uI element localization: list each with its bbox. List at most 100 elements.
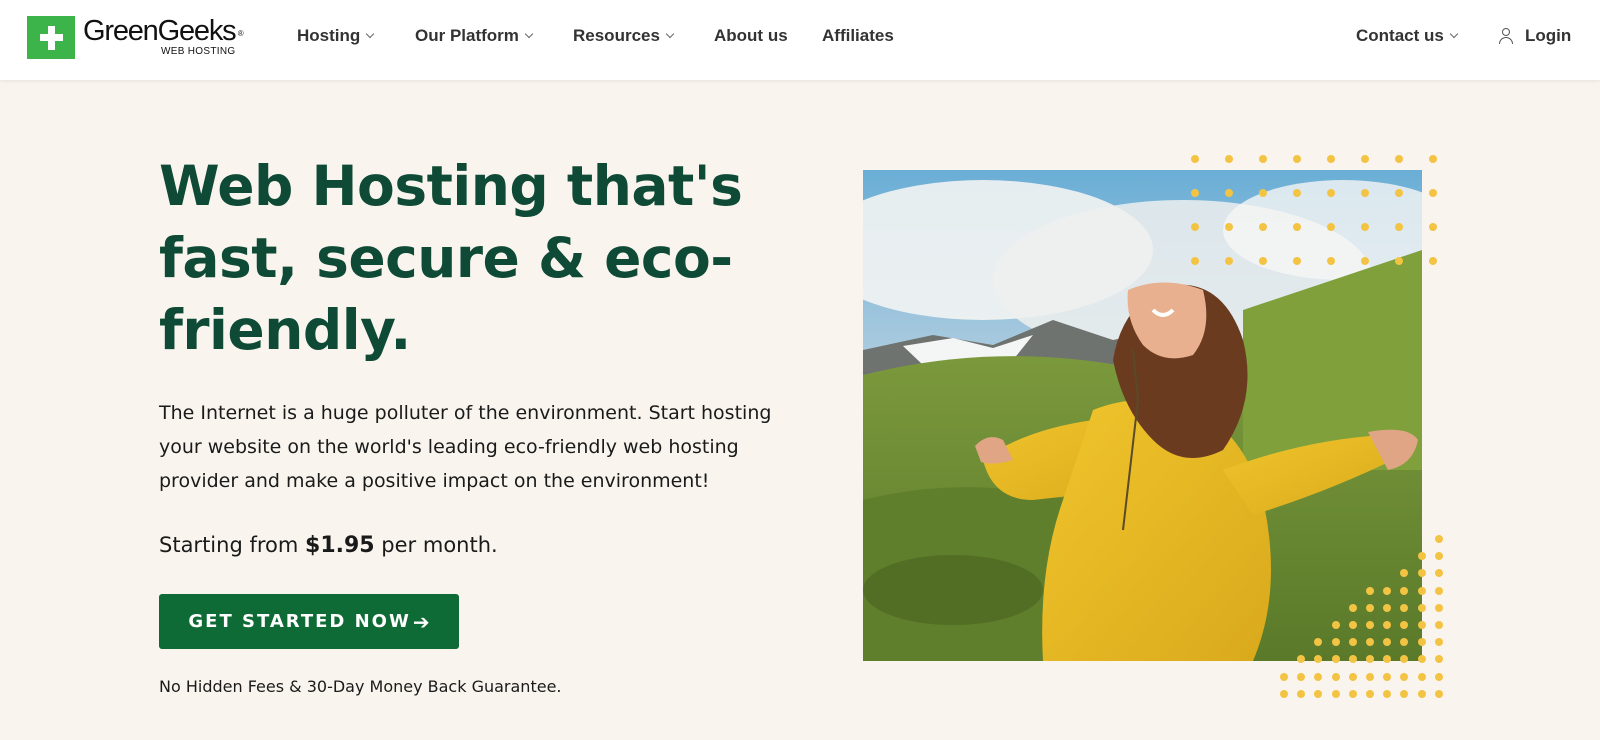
decorative-dot	[1331, 655, 1340, 664]
nav-hosting[interactable]: Hosting	[297, 26, 375, 46]
decorative-dot	[1225, 155, 1233, 163]
decorative-dot	[1383, 655, 1392, 664]
decorative-dot	[1348, 603, 1357, 612]
decorative-dot	[1417, 638, 1426, 647]
decorative-dot	[1400, 603, 1409, 612]
hero-description: The Internet is a huge polluter of the e…	[159, 402, 772, 492]
decorative-dot	[1434, 569, 1443, 578]
decorative-dot	[1314, 655, 1323, 664]
decorative-dot	[1366, 621, 1374, 629]
nav-about-us[interactable]: About us	[714, 26, 788, 46]
decorative-dots-top	[1191, 155, 1441, 265]
plus-logo-icon	[27, 16, 75, 59]
decorative-dot	[1383, 621, 1392, 629]
decorative-dot	[1361, 223, 1369, 231]
decorative-dot	[1361, 189, 1369, 197]
decorative-dot	[1429, 155, 1437, 163]
decorative-dot	[1434, 621, 1443, 629]
decorative-dot	[1297, 672, 1306, 681]
decorative-dot	[1400, 621, 1409, 629]
decorative-dot	[1383, 603, 1392, 612]
decorative-dot	[1400, 672, 1409, 681]
price-amount: $1.95	[305, 533, 375, 558]
decorative-dot	[1417, 569, 1426, 578]
decorative-dot	[1434, 552, 1443, 561]
decorative-dot	[1293, 223, 1301, 231]
decorative-dot	[1297, 655, 1306, 664]
decorative-dot	[1361, 155, 1369, 163]
decorative-dot	[1366, 655, 1374, 664]
decorative-dot	[1395, 257, 1403, 265]
get-started-button[interactable]: GET STARTED NOW ➔	[159, 594, 459, 649]
decorative-dot	[1280, 672, 1288, 681]
decorative-dot	[1383, 586, 1392, 595]
site-header: GreenGeeks ® WEB HOSTING Hosting Our Plat…	[0, 0, 1600, 80]
decorative-dot	[1429, 257, 1437, 265]
decorative-dot	[1395, 189, 1403, 197]
decorative-dot	[1434, 672, 1443, 681]
decorative-dot	[1297, 689, 1306, 698]
decorative-dot	[1331, 689, 1340, 698]
nav-contact-us[interactable]: Contact us	[1356, 26, 1459, 46]
decorative-dot	[1293, 155, 1301, 163]
decorative-dot	[1366, 689, 1374, 698]
chevron-down-icon	[665, 29, 675, 38]
decorative-dot	[1293, 189, 1301, 197]
guarantee-note: No Hidden Fees & 30-Day Money Back Guara…	[159, 677, 562, 696]
decorative-dot	[1259, 257, 1267, 265]
decorative-dot	[1331, 672, 1340, 681]
decorative-dot	[1366, 586, 1374, 595]
decorative-dot	[1314, 672, 1323, 681]
nav-resources[interactable]: Resources	[573, 26, 675, 46]
user-icon	[1498, 27, 1514, 45]
decorative-dot	[1348, 655, 1357, 664]
decorative-dot	[1417, 655, 1426, 664]
decorative-dot	[1383, 689, 1392, 698]
decorative-dot	[1400, 569, 1409, 578]
nav-our-platform[interactable]: Our Platform	[415, 26, 534, 46]
decorative-dot	[1429, 223, 1437, 231]
decorative-dot	[1383, 672, 1392, 681]
decorative-dot	[1417, 552, 1426, 561]
decorative-dot	[1331, 638, 1340, 647]
decorative-dot	[1293, 257, 1301, 265]
nav-affiliates[interactable]: Affiliates	[822, 26, 894, 46]
decorative-dot	[1225, 223, 1233, 231]
logo-subtitle: WEB HOSTING	[161, 46, 236, 57]
decorative-dot	[1327, 155, 1335, 163]
decorative-dot	[1191, 189, 1199, 197]
decorative-dot	[1191, 257, 1199, 265]
nav-login[interactable]: Login	[1498, 26, 1571, 46]
decorative-dot	[1348, 638, 1357, 647]
decorative-dot	[1348, 689, 1357, 698]
decorative-dot	[1434, 655, 1443, 664]
decorative-dot	[1259, 223, 1267, 231]
chevron-down-icon	[1449, 29, 1459, 38]
decorative-dot	[1400, 586, 1409, 595]
decorative-dot	[1259, 155, 1267, 163]
decorative-dot	[1434, 603, 1443, 612]
decorative-dot	[1434, 535, 1443, 543]
decorative-dot	[1417, 672, 1426, 681]
chevron-down-icon	[366, 29, 375, 38]
decorative-dot	[1225, 257, 1233, 265]
decorative-dot	[1361, 257, 1369, 265]
arrow-right-icon: ➔	[412, 609, 430, 634]
decorative-dot	[1327, 189, 1335, 197]
decorative-dot	[1366, 672, 1374, 681]
decorative-dot	[1280, 689, 1288, 698]
decorative-dot	[1417, 603, 1426, 612]
starting-price: Starting from $1.95 per month.	[159, 533, 498, 558]
decorative-dot	[1259, 189, 1267, 197]
decorative-dot	[1429, 189, 1437, 197]
decorative-dot	[1417, 586, 1426, 595]
decorative-dot	[1383, 638, 1392, 647]
decorative-dot	[1327, 257, 1335, 265]
hero-title: Web Hosting that's fast, secure & eco-fr…	[159, 154, 743, 362]
decorative-dot	[1314, 689, 1323, 698]
decorative-dot	[1366, 603, 1374, 612]
decorative-dot	[1400, 689, 1409, 698]
decorative-dot	[1400, 655, 1409, 664]
decorative-dot	[1314, 638, 1323, 647]
greengeeks-logo[interactable]: GreenGeeks ® WEB HOSTING	[27, 16, 244, 60]
